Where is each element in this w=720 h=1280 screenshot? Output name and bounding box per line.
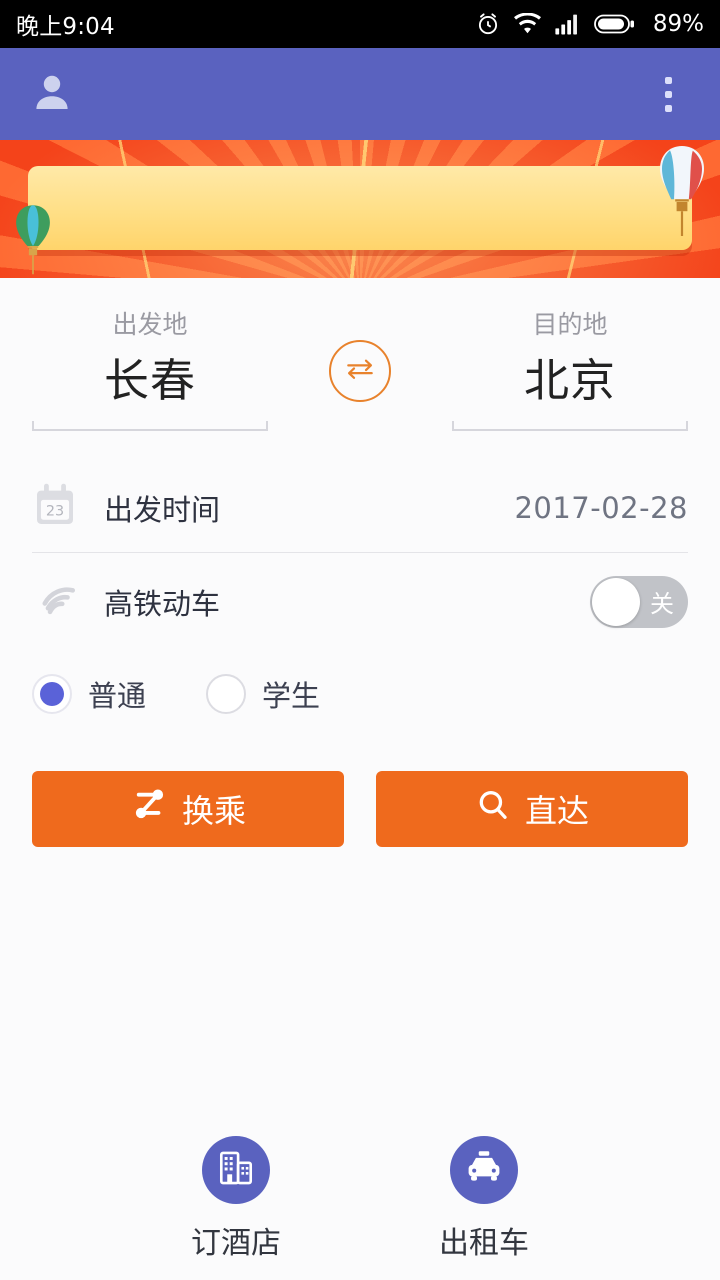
passenger-type-group: 普通 学生 [32, 651, 688, 737]
user-avatar-icon [28, 68, 76, 120]
search-actions: 换乘 直达 [32, 771, 688, 847]
battery-percent: 89% [653, 11, 704, 37]
svg-text:23: 23 [46, 504, 64, 520]
status-bar: 晚上9:04 [0, 0, 720, 48]
transfer-route-icon [130, 786, 168, 832]
passenger-type-student[interactable]: 学生 [206, 673, 320, 715]
departure-date-row[interactable]: 23 出发时间 2017-02-28 [32, 465, 688, 553]
city-selection-row: 出发地 长春 目的地 北京 [0, 278, 720, 431]
high-speed-rail-icon-wrap [32, 579, 104, 625]
banner-plate [28, 166, 692, 250]
taxi-icon-circle [450, 1136, 518, 1204]
signal-icon [554, 13, 581, 35]
passenger-type-student-label: 学生 [262, 673, 320, 715]
destination-field[interactable]: 目的地 北京 [452, 306, 688, 431]
alarm-icon [475, 11, 501, 37]
destination-value: 北京 [452, 348, 688, 413]
battery-icon [594, 13, 636, 35]
radio-circle-normal [32, 674, 72, 714]
shortcut-hotel-label: 订酒店 [191, 1218, 281, 1262]
toggle-state-label: 关 [650, 584, 674, 619]
origin-label: 出发地 [32, 306, 268, 344]
app-bar [0, 48, 720, 140]
radio-circle-student [206, 674, 246, 714]
shortcut-taxi[interactable]: 出租车 [404, 1136, 564, 1262]
origin-underline [32, 421, 268, 431]
direct-search-label: 直达 [525, 786, 589, 832]
departure-date-label: 出发时间 [104, 487, 220, 529]
overflow-menu-icon [665, 91, 672, 98]
status-time: 晚上9:04 [16, 7, 115, 41]
main-content: 出发地 长春 目的地 北京 [0, 278, 720, 1280]
swap-wrapper [312, 306, 408, 402]
transfer-search-button[interactable]: 换乘 [32, 771, 344, 847]
origin-value: 长春 [32, 348, 268, 413]
swap-arrows-icon [343, 356, 377, 386]
overflow-menu-icon [665, 105, 672, 112]
shortcut-taxi-label: 出租车 [439, 1218, 529, 1262]
shortcut-hotel[interactable]: 订酒店 [156, 1136, 316, 1262]
passenger-type-normal[interactable]: 普通 [32, 673, 146, 715]
calendar-icon-wrap: 23 [32, 482, 104, 534]
hot-air-balloon-icon [650, 142, 714, 242]
direct-search-button[interactable]: 直达 [376, 771, 688, 847]
toggle-knob [592, 578, 640, 626]
hotel-building-icon [215, 1147, 257, 1193]
search-icon [475, 787, 511, 831]
high-speed-rail-row[interactable]: 高铁动车 关 [32, 553, 688, 651]
overflow-menu-icon [665, 77, 672, 84]
radio-dot-selected [40, 682, 64, 706]
calendar-icon: 23 [32, 482, 78, 534]
status-icons: 89% [475, 11, 704, 37]
swap-cities-button[interactable] [329, 340, 391, 402]
origin-field[interactable]: 出发地 长春 [32, 306, 268, 431]
passenger-type-normal-label: 普通 [88, 673, 146, 715]
user-avatar-button[interactable] [24, 66, 80, 122]
destination-underline [452, 421, 688, 431]
transfer-search-label: 换乘 [182, 786, 246, 832]
departure-date-value: 2017-02-28 [514, 491, 688, 525]
bottom-shortcuts: 订酒店 出租车 [0, 1136, 720, 1262]
hot-air-balloon-icon [10, 202, 56, 278]
hotel-icon-circle [202, 1136, 270, 1204]
high-speed-rail-icon [32, 579, 82, 625]
destination-label: 目的地 [452, 306, 688, 344]
promo-banner[interactable]: 订票赢免单，敢来就敢免 [0, 140, 720, 278]
overflow-menu-button[interactable] [640, 62, 696, 126]
taxi-car-icon [463, 1147, 505, 1193]
high-speed-rail-label: 高铁动车 [104, 581, 220, 623]
high-speed-rail-toggle[interactable]: 关 [590, 576, 688, 628]
wifi-icon [514, 13, 541, 35]
